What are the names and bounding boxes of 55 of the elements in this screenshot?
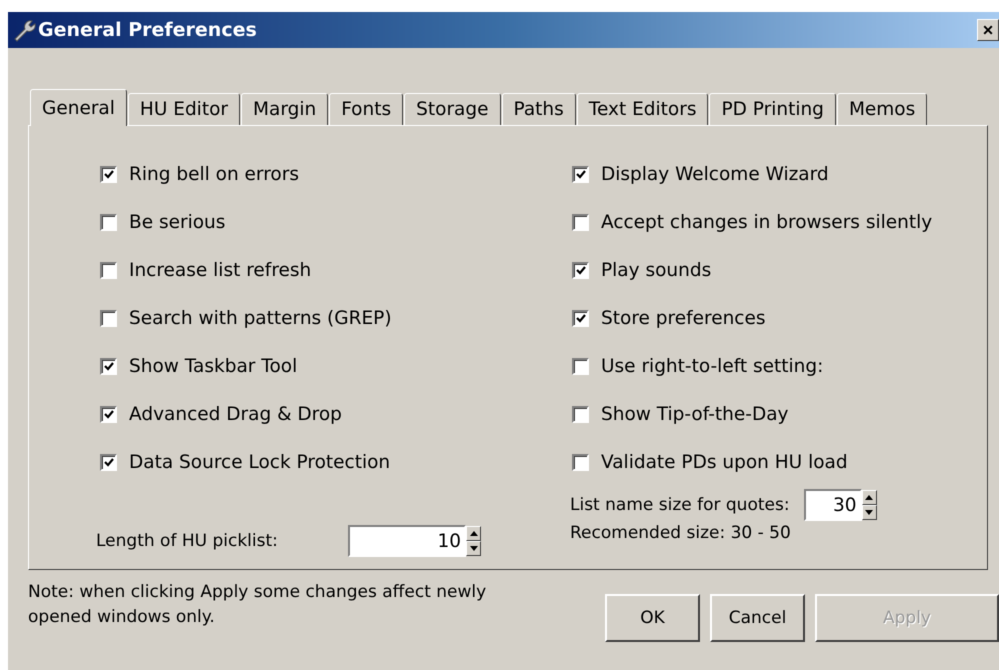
checkbox[interactable]	[100, 262, 117, 278]
number-field[interactable]: 10	[348, 525, 466, 557]
tab[interactable]: Memos	[836, 93, 928, 125]
checkbox[interactable]	[572, 406, 589, 422]
checkbox-label: Be serious	[129, 212, 226, 232]
note-text: Note: when clicking Apply some changes affect newly opened windows only.	[28, 581, 488, 629]
field-label: Length of HU picklist:	[96, 531, 279, 551]
tab[interactable]: General	[30, 89, 127, 126]
tab[interactable]: HU Editor	[128, 93, 240, 125]
checkmark-icon	[574, 168, 586, 180]
checkbox-label: Show Taskbar Tool	[129, 356, 298, 376]
checkbox-label: Use right-to-left setting:	[601, 356, 824, 376]
tab[interactable]: Margin	[241, 93, 328, 125]
tab[interactable]: Paths	[502, 93, 576, 125]
checkbox[interactable]	[100, 214, 117, 230]
hint-text: Recomended size: 30 - 50	[570, 523, 792, 543]
checkbox-label: Data Source Lock Protection	[129, 452, 390, 472]
checkbox[interactable]	[100, 358, 117, 374]
checkbox-label: Accept changes in browsers silently	[601, 212, 932, 232]
number-field[interactable]: 30	[804, 489, 862, 521]
checkbox[interactable]	[572, 214, 589, 230]
window-title: General Preferences	[38, 19, 258, 41]
checkbox-label: Ring bell on errors	[129, 164, 299, 184]
checkbox-label: Play sounds	[601, 260, 712, 280]
checkmark-icon	[102, 456, 114, 468]
checkbox-label: Increase list refresh	[129, 260, 312, 280]
tab[interactable]: Text Editors	[576, 93, 708, 125]
checkbox[interactable]	[572, 454, 589, 470]
checkbox[interactable]	[572, 262, 589, 278]
dialog-button[interactable]: OK	[605, 594, 700, 642]
checkbox[interactable]	[572, 310, 589, 326]
checkbox-label: Advanced Drag & Drop	[129, 404, 342, 424]
checkbox[interactable]	[100, 310, 117, 326]
checkbox[interactable]	[572, 166, 589, 182]
checkbox[interactable]	[100, 454, 117, 470]
checkbox-label: Show Tip-of-the-Day	[601, 404, 788, 424]
checkmark-icon	[102, 360, 114, 372]
field-label: List name size for quotes:	[570, 495, 790, 515]
checkbox-label: Store preferences	[601, 308, 766, 328]
checkbox-label: Search with patterns (GREP)	[129, 308, 392, 328]
checkbox[interactable]	[100, 166, 117, 182]
tab[interactable]: Fonts	[329, 93, 404, 125]
checkmark-icon	[102, 168, 114, 180]
checkbox-label: Display Welcome Wizard	[601, 164, 829, 184]
checkbox[interactable]	[100, 406, 117, 422]
checkmark-icon	[574, 312, 586, 324]
tab[interactable]: PD Printing	[709, 93, 836, 125]
checkbox-label: Validate PDs upon HU load	[601, 452, 848, 472]
dialog-button[interactable]: Cancel	[710, 594, 805, 642]
tab[interactable]: Storage	[404, 93, 501, 125]
wrench-icon	[12, 18, 36, 42]
checkbox[interactable]	[572, 358, 589, 374]
checkmark-icon	[102, 408, 114, 420]
close-button[interactable]: ×	[977, 19, 999, 41]
checkmark-icon	[574, 264, 586, 276]
